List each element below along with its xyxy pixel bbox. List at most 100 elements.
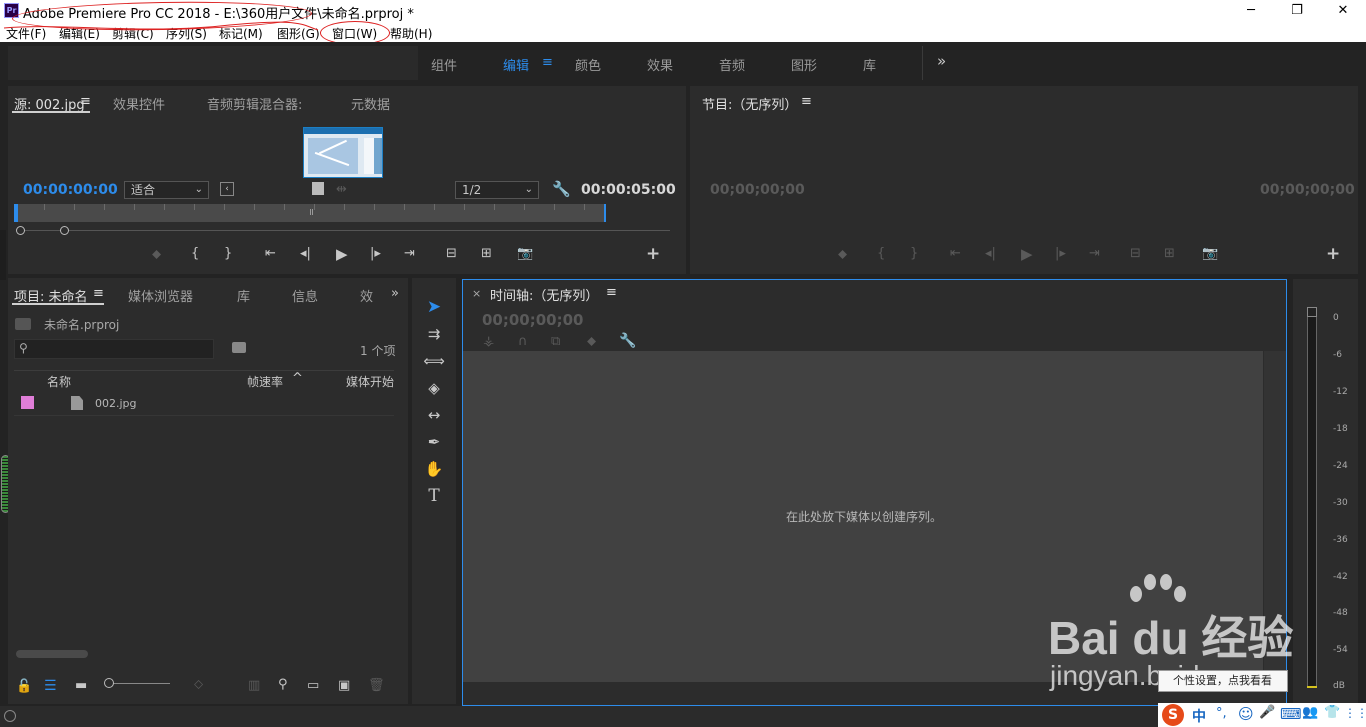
horizontal-scrollbar[interactable] [16,650,88,658]
ripple-edit-tool-icon[interactable]: ⟺ [420,350,448,372]
ruler-center-handle[interactable] [310,209,314,215]
ime-keyboard-icon[interactable]: ⌨ [1280,705,1302,723]
go-to-out-icon[interactable]: ⇥ [1089,246,1100,261]
go-to-in-icon[interactable]: ⇤ [265,246,276,261]
timeline-close-icon[interactable]: × [472,287,481,300]
clip-name[interactable]: 002.jpg [95,397,137,410]
type-tool-icon[interactable]: T [420,485,448,507]
ime-voice-icon[interactable]: 🎤 [1259,705,1275,720]
add-marker-icon[interactable]: ⬥ [838,247,847,262]
workspace-audio[interactable]: 音频 [719,55,745,74]
sort-asc-icon[interactable]: ^ [292,371,303,386]
step-forward-icon[interactable]: |▸ [370,246,381,261]
label-color-swatch[interactable] [21,396,34,409]
snap-icon[interactable]: ∩ [518,334,528,349]
sequence-icon[interactable] [312,182,324,195]
wrench-icon[interactable]: 🔧 [619,333,636,349]
automate-to-sequence-icon[interactable]: ▥ [248,678,260,693]
maximize-button[interactable]: ❐ [1274,0,1320,22]
tab-audio-clip-mixer[interactable]: 音频剪辑混合器: [207,94,302,113]
workspace-editing[interactable]: 编辑 [503,55,529,74]
tab-libraries[interactable]: 库 [237,286,250,305]
pen-tool-icon[interactable]: ✒ [420,431,448,453]
workspace-overflow-icon[interactable]: » [937,52,946,70]
tab-project-menu-icon[interactable]: ≡ [93,286,104,301]
list-view-icon[interactable]: ☰ [44,678,57,694]
workspace-effects[interactable]: 效果 [647,55,673,74]
sort-icons-icon[interactable]: ⬦ [194,677,203,692]
tab-metadata[interactable]: 元数据 [351,94,390,113]
workspace-menu-icon[interactable]: ≡ [542,55,553,70]
ime-chinese-mode[interactable]: 中 [1192,706,1206,726]
ime-emoji-icon[interactable]: ☺ [1238,705,1254,723]
step-back-icon[interactable]: ◂| [985,246,996,261]
track-select-tool-icon[interactable]: ⇉ [420,323,448,345]
go-to-in-icon[interactable]: ⇤ [950,246,961,261]
add-marker-icon[interactable]: ⬥ [152,247,161,262]
zoom-handle-left[interactable] [16,226,25,235]
drag-video-icon[interactable]: ⇹ [336,182,347,197]
tab-program[interactable]: 节目:（无序列） [702,94,797,113]
search-input[interactable]: ⚲ [14,339,214,359]
ime-user-icon[interactable]: 👥 [1302,705,1318,720]
meter-clip-indicator[interactable] [1307,307,1317,317]
table-row[interactable]: 002.jpg [14,392,394,416]
play-icon[interactable]: ▶ [336,245,348,263]
mark-out-icon[interactable]: } [910,246,918,261]
workspace-assembly[interactable]: 组件 [431,55,457,74]
zoom-scroll-bar[interactable] [20,230,670,231]
lock-icon[interactable]: 🔓 [16,679,32,694]
menu-help[interactable]: 帮助(H) [390,25,432,42]
add-marker-icon[interactable]: ⬥ [587,334,596,349]
source-time-ruler[interactable] [14,204,606,222]
zoom-slider-handle[interactable] [104,678,114,688]
add-button[interactable]: + [646,244,660,264]
hand-tool-icon[interactable]: ✋ [420,458,448,480]
close-button[interactable]: ✕ [1320,0,1366,22]
ime-toolbox-icon[interactable]: ⋮⋮ [1344,706,1366,720]
column-frame-rate[interactable]: 帧速率 [247,373,283,390]
slip-tool-icon[interactable]: ↔ [420,404,448,426]
tab-program-menu-icon[interactable]: ≡ [801,94,812,109]
mark-in-icon[interactable]: { [191,246,199,261]
step-forward-icon[interactable]: |▸ [1055,246,1066,261]
mark-out-icon[interactable]: } [224,246,232,261]
resolution-dropdown[interactable]: 1/2 ⌄ [455,181,539,199]
tab-source-menu-icon[interactable]: ≡ [80,94,91,109]
find-bin-icon[interactable] [232,342,246,353]
tab-info[interactable]: 信息 [292,286,318,305]
play-icon[interactable]: ▶ [1021,245,1033,263]
source-out-point[interactable] [604,204,606,222]
extract-icon[interactable]: ⊞ [1164,246,1175,261]
linked-selection-icon[interactable]: ⧉ [551,334,560,349]
go-to-out-icon[interactable]: ⇥ [404,246,415,261]
razor-tool-icon[interactable]: ◈ [420,377,448,399]
timeline-timecode[interactable]: 00;00;00;00 [482,311,584,329]
zoom-slider-track[interactable] [108,683,170,684]
nest-icon[interactable]: ⚶ [483,334,494,349]
ime-skin-icon[interactable]: 👕 [1324,705,1340,720]
tab-effects[interactable]: 效 [360,286,373,305]
workspace-libraries[interactable]: 库 [863,55,876,74]
wrench-icon[interactable]: 🔧 [552,180,571,198]
new-bin-icon[interactable]: ▭ [307,678,319,693]
tab-timeline[interactable]: 时间轴:（无序列） [490,285,598,304]
tab-effect-controls[interactable]: 效果控件 [113,94,165,113]
new-item-icon[interactable]: ▣ [338,678,350,693]
panel-overflow-icon[interactable]: » [391,286,399,301]
overwrite-icon[interactable]: ⊞ [481,246,492,261]
step-back-icon[interactable]: ◂| [300,246,311,261]
source-playhead[interactable] [14,204,18,222]
trash-icon[interactable]: 🗑 [368,678,385,693]
mark-in-bracket-icon[interactable]: ‹ [220,182,234,196]
sogou-ime-icon[interactable]: S [1162,704,1184,726]
workspace-color[interactable]: 颜色 [575,55,601,74]
export-frame-icon[interactable]: 📷 [1202,246,1218,261]
minimize-button[interactable]: ─ [1228,0,1274,22]
lift-icon[interactable]: ⊟ [1130,246,1141,261]
fit-dropdown[interactable]: 适合 ⌄ [124,181,209,199]
column-media-start[interactable]: 媒体开始 [346,373,394,390]
add-button[interactable]: + [1326,244,1340,264]
ime-punctuation-icon[interactable]: °, [1216,706,1227,721]
tab-timeline-menu-icon[interactable]: ≡ [606,285,617,300]
